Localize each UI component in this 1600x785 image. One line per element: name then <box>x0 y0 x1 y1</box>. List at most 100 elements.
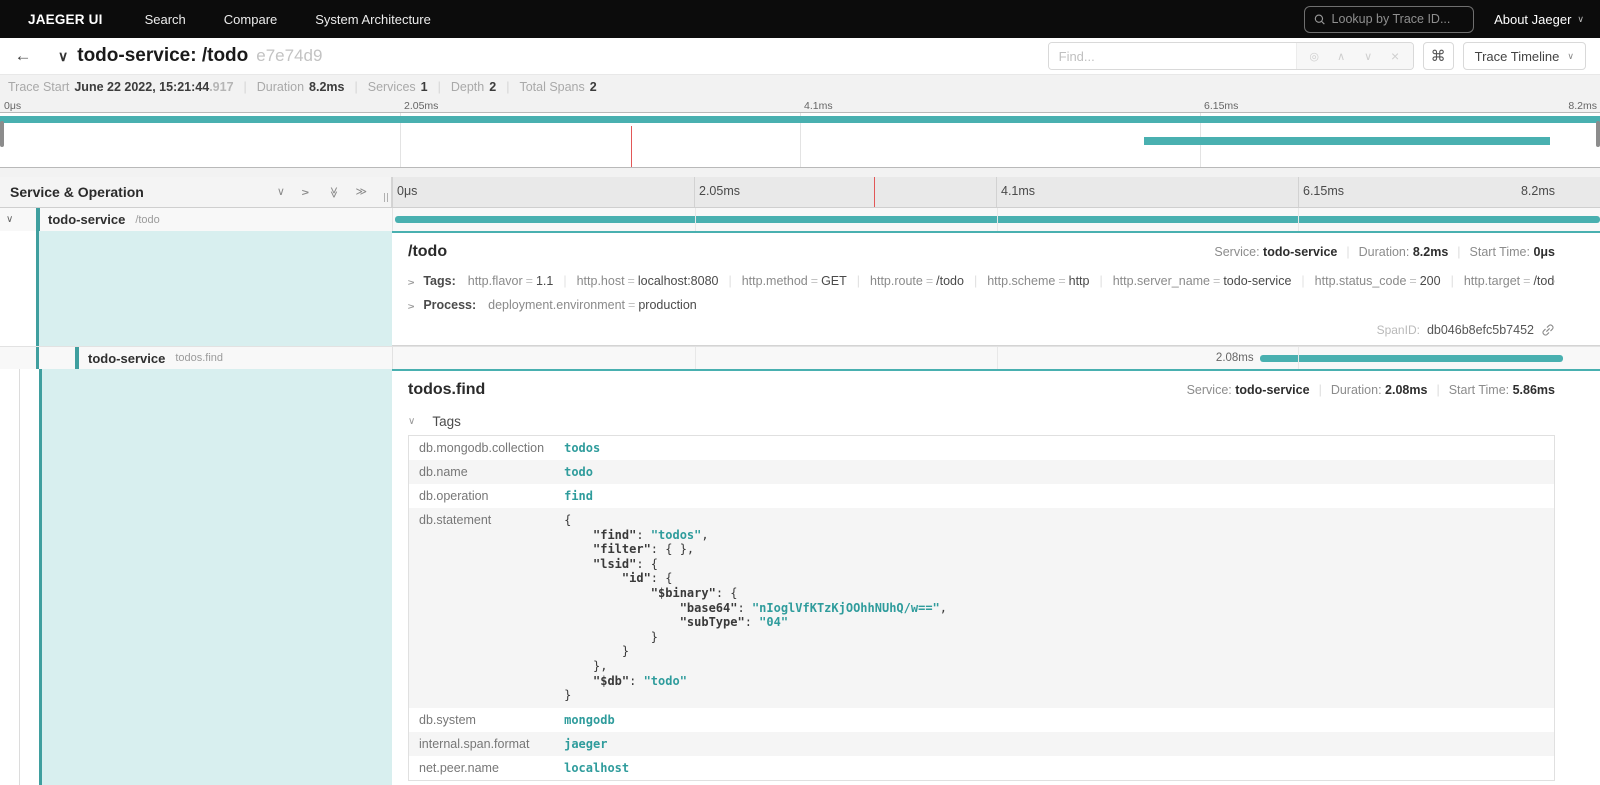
range-scrubber-left[interactable] <box>0 121 4 147</box>
match-focus-icon[interactable]: ◎ <box>1301 50 1328 63</box>
span-service-name: todo-service <box>48 212 125 227</box>
minimap-span-bar <box>0 116 1600 123</box>
span-detail-header-todo: /todo Service: todo-service|Duration: 8.… <box>408 243 1555 261</box>
tag-pill: http.method=GET <box>742 274 847 288</box>
minimap-cursor-line <box>631 126 632 167</box>
tag-equals: = <box>625 298 638 312</box>
summary-value: 2 <box>590 80 597 94</box>
span-row-todos-find[interactable]: todo-service todos.find 2.08ms <box>0 346 1600 369</box>
back-button[interactable]: ← <box>0 46 46 66</box>
collapse-children-icon[interactable]: ∨ <box>6 214 13 225</box>
timeline-header: Service & Operation ∨ ∨ ≫ ≫ 0μs2.05ms4.1… <box>0 177 1600 208</box>
span-detail-title: /todo <box>408 243 447 261</box>
find-suffix-controls: ◎ ∧ ∨ × <box>1296 43 1413 69</box>
trace-lookup-input[interactable] <box>1332 12 1465 26</box>
span-detail-panel-todos-find: todos.find Service: todo-service|Duratio… <box>392 369 1600 785</box>
trace-view-selector[interactable]: Trace Timeline ∨ <box>1463 42 1586 70</box>
detail-meta-item: Start Time: 5.86ms <box>1449 383 1555 397</box>
json-line: "id": { <box>564 571 1544 586</box>
json-segment: : { <box>636 557 658 571</box>
tag-equals: = <box>808 274 821 288</box>
range-scrubber-right[interactable] <box>1596 121 1600 147</box>
column-resize-grip[interactable] <box>384 193 388 202</box>
tag-equals: = <box>1055 274 1068 288</box>
ruler-tick-label: 2.05ms <box>694 184 740 198</box>
tag-key: http.target <box>1464 274 1520 288</box>
tags-section-accordion[interactable]: ∨ Tags <box>408 414 1555 429</box>
timeline-gridline <box>1298 208 1299 231</box>
parent-guide-line <box>36 347 39 369</box>
tag-table-value: jaeger <box>554 732 1554 756</box>
detail-meta-value: 5.86ms <box>1513 383 1555 397</box>
json-segment: } <box>564 644 629 658</box>
clear-find-icon[interactable]: × <box>1382 48 1409 64</box>
chevron-right-icon: ∨ <box>408 303 417 310</box>
tag-table-value: localhost <box>554 756 1554 781</box>
collapse-trace-chevron-icon[interactable]: ∨ <box>58 48 68 65</box>
span-name-cell-todo[interactable]: ∨ todo-service /todo <box>0 208 392 231</box>
next-match-icon[interactable]: ∨ <box>1355 50 1382 63</box>
tags-accordion-todo[interactable]: ∨ Tags: http.flavor=1.1|http.host=localh… <box>408 274 1555 288</box>
pill-separator: | <box>1451 274 1454 288</box>
span-detail-header-todos-find: todos.find Service: todo-service|Duratio… <box>408 381 1555 399</box>
app-brand[interactable]: JAEGER UI <box>28 12 103 27</box>
span-timeline-cell-todos-find[interactable]: 2.08ms <box>392 347 1600 369</box>
minimap-tick-labels: 0μs2.05ms4.1ms6.15ms8.2ms <box>0 99 1600 112</box>
span-detail-panel-todo: /todo Service: todo-service|Duration: 8.… <box>392 231 1600 346</box>
expand-all-icon[interactable]: ≫ <box>355 187 367 198</box>
tag-table-value: { "find": "todos", "filter": { }, "lsid"… <box>554 508 1554 708</box>
top-navbar: JAEGER UI Search Compare System Architectu… <box>0 0 1600 38</box>
prev-match-icon[interactable]: ∧ <box>1328 50 1355 63</box>
keyboard-shortcuts-button[interactable]: ⌘ <box>1423 42 1454 70</box>
trace-lookup-box[interactable] <box>1304 6 1474 33</box>
expand-one-icon[interactable]: ∨ <box>300 188 311 196</box>
json-segment: : <box>636 528 650 542</box>
process-accordion-todo[interactable]: ∨ Process: deployment.environment=produc… <box>408 298 1555 312</box>
json-segment: , <box>701 528 708 542</box>
summary-label: Services <box>368 80 416 94</box>
summary-separator: | <box>438 80 441 94</box>
detail-meta-label: Duration: <box>1331 383 1385 397</box>
span-timeline-cell-todo[interactable] <box>392 208 1600 231</box>
span-bar-todos-find[interactable] <box>1260 355 1563 362</box>
timeline-gridline <box>997 208 998 231</box>
tag-table-value: todos <box>554 436 1554 461</box>
meta-separator: | <box>1319 383 1322 397</box>
json-segment: "find" <box>593 528 636 542</box>
trace-header-controls: ◎ ∧ ∨ × ⌘ Trace Timeline ∨ <box>1048 42 1586 70</box>
json-segment <box>564 674 593 688</box>
detail-meta-label: Duration: <box>1359 245 1413 259</box>
meta-separator: | <box>1436 383 1439 397</box>
nav-link-search[interactable]: Search <box>145 12 186 27</box>
span-detail-accent-fill <box>39 231 392 346</box>
collapse-all-icon[interactable]: ≫ <box>327 186 338 198</box>
tag-key: http.flavor <box>468 274 523 288</box>
nav-link-compare[interactable]: Compare <box>224 12 277 27</box>
summary-value: June 22 2022, 15:21:44.917 <box>74 80 233 94</box>
about-jaeger-menu[interactable]: About Jaeger ∨ <box>1494 12 1584 27</box>
summary-value: 1 <box>421 80 428 94</box>
json-line: "filter": { }, <box>564 542 1544 557</box>
json-segment: } <box>564 630 658 644</box>
json-segment: : { <box>651 571 673 585</box>
span-name-cell-todos-find[interactable]: todo-service todos.find <box>0 347 392 369</box>
span-row-todo[interactable]: ∨ todo-service /todo <box>0 208 1600 231</box>
timeline-ruler[interactable]: 0μs2.05ms4.1ms6.15ms8.2ms <box>392 177 1600 207</box>
ruler-tick-label: 0μs <box>392 184 417 198</box>
tag-equals: = <box>923 274 936 288</box>
json-line: "$db": "todo" <box>564 674 1544 689</box>
json-line: } <box>564 688 1544 703</box>
json-segment: "$db" <box>593 674 629 688</box>
collapse-one-icon[interactable]: ∨ <box>277 187 285 198</box>
tag-table-key: db.mongodb.collection <box>409 436 555 461</box>
find-input[interactable] <box>1049 43 1296 69</box>
nav-link-system-architecture[interactable]: System Architecture <box>315 12 431 27</box>
json-segment: "subType" <box>680 615 745 629</box>
json-segment: "id" <box>622 571 651 585</box>
detail-meta-item: Start Time: 0μs <box>1470 245 1555 259</box>
tags-section-label: Tags <box>432 414 461 429</box>
tag-pill: http.scheme=http <box>987 274 1089 288</box>
copy-link-icon[interactable] <box>1541 323 1555 337</box>
minimap-canvas[interactable] <box>0 112 1600 168</box>
minimap-tick-label: 8.2ms <box>1568 100 1597 112</box>
